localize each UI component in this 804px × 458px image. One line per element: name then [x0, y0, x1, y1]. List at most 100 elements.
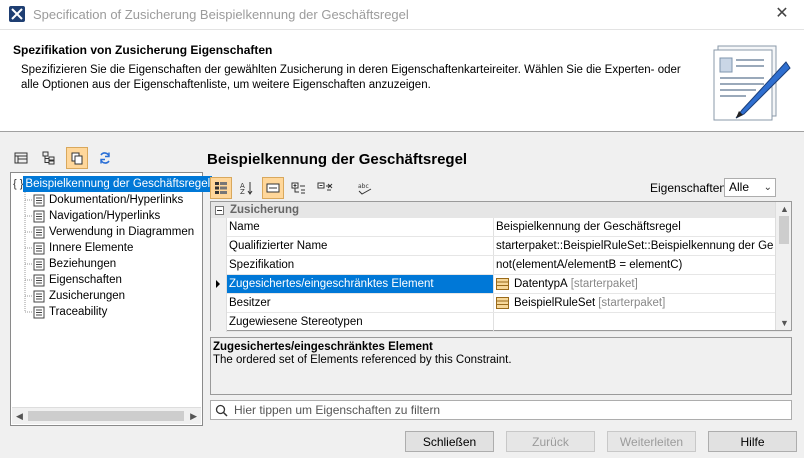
tree-item-diagram-usage[interactable]: Verwendung in Diagrammen: [11, 224, 202, 240]
tree-item-label: Traceability: [49, 306, 108, 318]
tree-item-properties[interactable]: Eigenschaften: [11, 272, 202, 288]
row-marker: [211, 313, 227, 332]
property-value[interactable]: [494, 313, 774, 331]
scroll-right-icon[interactable]: ▶: [190, 411, 197, 422]
list-view-icon[interactable]: [10, 147, 32, 169]
tree-item-label: Navigation/Hyperlinks: [49, 210, 161, 222]
property-value-text: starterpaket::BeispielRuleSet::Beispielk…: [496, 240, 774, 252]
chevron-down-icon: ⌄: [763, 182, 772, 193]
property-value[interactable]: Beispielkennung der Geschäftsregel: [494, 218, 774, 236]
document-icon: [33, 210, 45, 222]
close-button[interactable]: Schließen: [405, 431, 494, 452]
description-text: The ordered set of Elements referenced b…: [213, 354, 512, 366]
properties-grid[interactable]: Zusicherung Name Beispielkennung der Ges…: [210, 201, 792, 332]
search-icon: [215, 404, 228, 417]
table-row[interactable]: Spezifikation not(elementA/elementB = el…: [211, 256, 791, 275]
title-bar: Specification of Zusicherung Beispielken…: [0, 0, 804, 30]
property-name: Besitzer: [227, 294, 494, 312]
tree-item-traceability[interactable]: Traceability: [11, 304, 202, 320]
document-icon: [33, 242, 45, 254]
copy-view-icon[interactable]: [66, 147, 88, 169]
document-icon: [33, 258, 45, 270]
table-row[interactable]: Zugewiesene Stereotypen: [211, 313, 791, 332]
property-value-text: Beispielkennung der Geschäftsregel: [496, 221, 681, 233]
back-button[interactable]: Zurück: [506, 431, 595, 452]
refresh-icon[interactable]: [94, 147, 116, 169]
header-title: Spezifikation von Zusicherung Eigenschaf…: [13, 43, 273, 57]
tree-horizontal-scrollbar[interactable]: ◀ ▶: [12, 407, 201, 424]
property-name: Name: [227, 218, 494, 236]
tree-view-icon[interactable]: [38, 147, 60, 169]
tree-item-constraints[interactable]: Zusicherungen: [11, 288, 202, 304]
row-marker: [211, 275, 227, 294]
close-window-icon[interactable]: ✕: [772, 4, 792, 24]
scroll-down-icon[interactable]: ▼: [780, 318, 789, 328]
tree-item-navigation[interactable]: Navigation/Hyperlinks: [11, 208, 202, 224]
tree-item-relationships[interactable]: Beziehungen: [11, 256, 202, 272]
table-row[interactable]: Qualifizierter Name starterpaket::Beispi…: [211, 237, 791, 256]
datatype-icon: [496, 278, 509, 290]
app-logo-icon: [9, 6, 25, 22]
row-marker: [211, 256, 227, 275]
document-icon: [33, 226, 45, 238]
property-description-panel: Zugesichertes/eingeschränktes Element Th…: [210, 337, 792, 395]
row-marker: [211, 218, 227, 237]
tree-item-label: Verwendung in Diagrammen: [49, 226, 195, 238]
property-name: Qualifizierter Name: [227, 237, 494, 255]
property-name: Zugesichertes/eingeschränktes Element: [227, 275, 494, 293]
help-button[interactable]: Hilfe: [708, 431, 797, 452]
spell-check-icon[interactable]: abc: [354, 177, 376, 199]
properties-filter-label: Eigenschaften:: [650, 181, 730, 195]
sort-alphabetical-icon[interactable]: AZ: [236, 177, 258, 199]
tree-toolbar: [10, 147, 116, 169]
grid-group-label: Zusicherung: [230, 204, 300, 216]
property-filter-box[interactable]: [210, 400, 792, 420]
property-filter-input[interactable]: [234, 403, 774, 417]
property-value[interactable]: starterpaket::BeispielRuleSet::Beispielk…: [494, 237, 774, 255]
tree-root-label: Beispielkennung der Geschäftsregel: [23, 176, 213, 192]
tree-item-inner-elements[interactable]: Innere Elemente: [11, 240, 202, 256]
element-name: BeispielRuleSet: [514, 297, 596, 309]
property-value[interactable]: DatentypA [starterpaket]: [494, 275, 774, 293]
element-owner: [starterpaket]: [598, 297, 666, 309]
document-pencil-icon: [713, 45, 791, 121]
ruleset-icon: [496, 297, 509, 309]
scrollbar-thumb[interactable]: [779, 216, 789, 244]
scroll-left-icon[interactable]: ◀: [16, 411, 23, 422]
table-row[interactable]: Name Beispielkennung der Geschäftsregel: [211, 218, 791, 237]
categorized-view-icon[interactable]: [210, 177, 232, 199]
header-panel: Spezifikation von Zusicherung Eigenschaf…: [0, 30, 804, 132]
properties-mode-select[interactable]: Alle ⌄: [724, 178, 776, 197]
tree-item-label: Zusicherungen: [49, 290, 126, 302]
tree-item-documentation[interactable]: Dokumentation/Hyperlinks: [11, 192, 202, 208]
selected-row-arrow-icon: [216, 280, 220, 288]
element-name: DatentypA: [514, 278, 568, 290]
collapse-all-icon[interactable]: [314, 177, 336, 199]
property-value-text: not(elementA/elementB = elementC): [496, 259, 683, 271]
tree-item-label: Eigenschaften: [49, 274, 122, 286]
element-owner: [starterpaket]: [570, 278, 638, 290]
svg-text:Z: Z: [240, 188, 245, 195]
forward-button[interactable]: Weiterleiten: [607, 431, 696, 452]
show-description-icon[interactable]: [262, 177, 284, 199]
table-row[interactable]: Besitzer BeispielRuleSet [starterpaket]: [211, 294, 791, 313]
window-title: Specification of Zusicherung Beispielken…: [33, 7, 409, 22]
property-value[interactable]: not(elementA/elementB = elementC): [494, 256, 774, 274]
table-row-selected[interactable]: Zugesichertes/eingeschränktes Element Da…: [211, 275, 791, 294]
tree-item-label: Innere Elemente: [49, 242, 134, 254]
panel-title: Beispielkennung der Geschäftsregel: [207, 151, 468, 168]
expand-all-icon[interactable]: [288, 177, 310, 199]
property-value[interactable]: BeispielRuleSet [starterpaket]: [494, 294, 774, 312]
collapse-group-icon[interactable]: [215, 205, 224, 215]
grid-vertical-scrollbar[interactable]: ▲ ▼: [775, 202, 791, 330]
spec-tree[interactable]: { } Beispielkennung der Geschäftsregel D…: [10, 172, 213, 426]
tree-item-label: Dokumentation/Hyperlinks: [49, 194, 184, 206]
row-marker: [211, 237, 227, 256]
scrollbar-thumb[interactable]: [28, 411, 184, 421]
tree-item-label: Beziehungen: [49, 258, 117, 270]
scroll-up-icon[interactable]: ▲: [780, 204, 789, 214]
property-name: Zugewiesene Stereotypen: [227, 313, 494, 331]
tree-root-item[interactable]: { } Beispielkennung der Geschäftsregel: [11, 176, 213, 192]
grid-group-header[interactable]: Zusicherung: [211, 202, 791, 218]
document-icon: [33, 194, 45, 206]
